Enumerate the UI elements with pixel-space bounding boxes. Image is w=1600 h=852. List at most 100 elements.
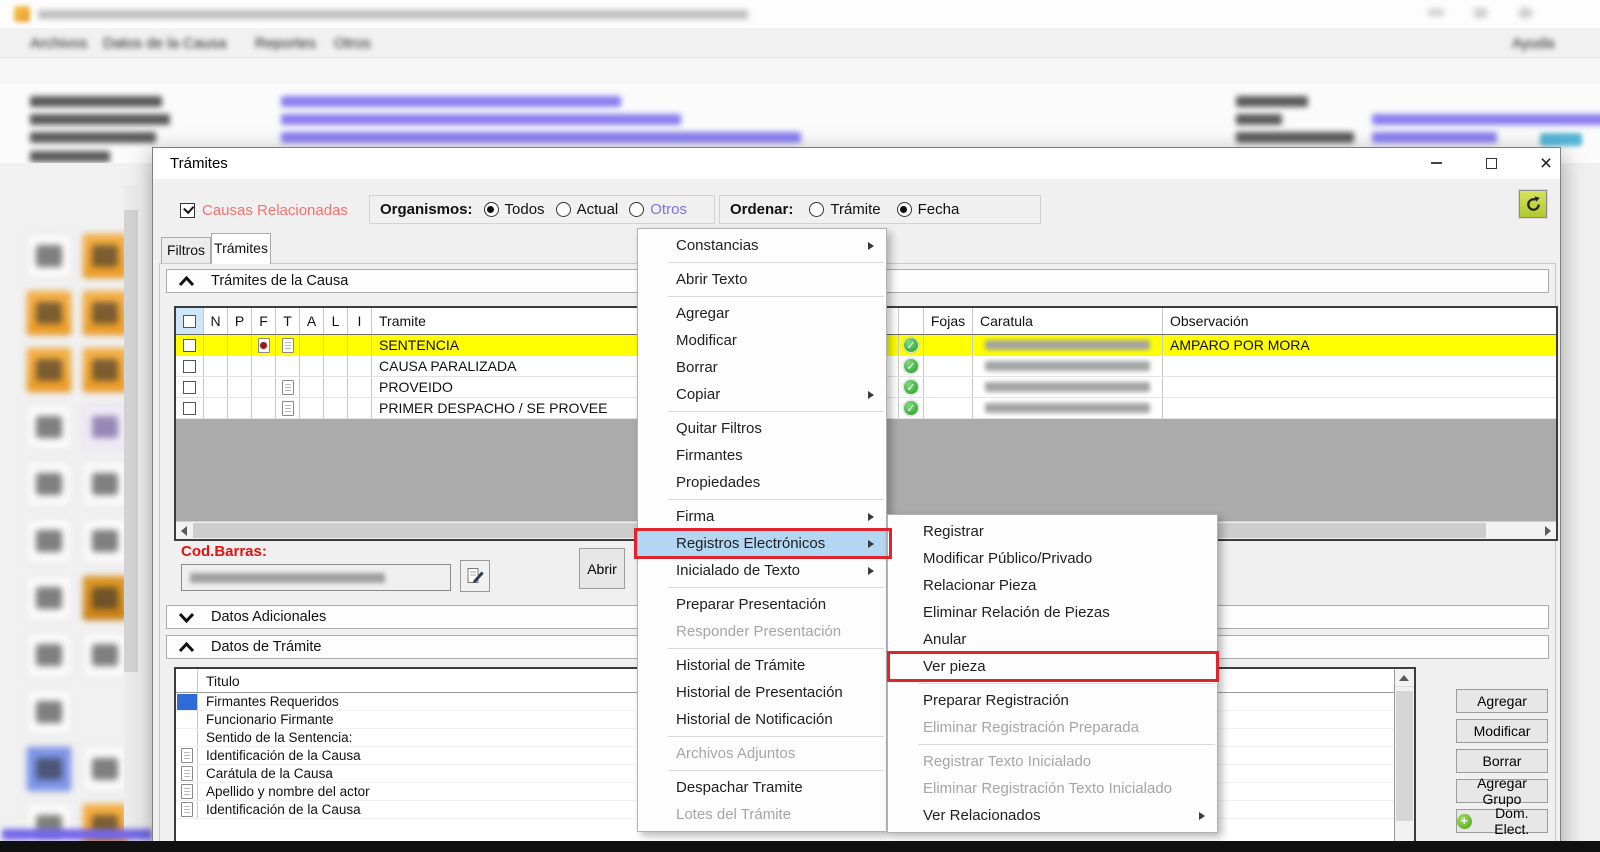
row-checkbox[interactable] (176, 356, 204, 376)
menu-item-despachar-tramite[interactable]: Despachar Tramite (638, 774, 886, 801)
scroll-right-icon[interactable] (1545, 526, 1551, 536)
tab-filtros[interactable]: Filtros (161, 237, 211, 263)
radio-todos[interactable]: Todos (484, 201, 545, 218)
edit-barcode-button[interactable] (460, 560, 490, 592)
unknown-icon[interactable] (26, 518, 72, 564)
select-all-checkbox[interactable] (176, 308, 204, 334)
row-checkbox[interactable] (176, 335, 204, 355)
menu-item-copiar[interactable]: Copiar (638, 381, 886, 408)
scroll-up-button[interactable] (1395, 669, 1414, 687)
menu-item-borrar[interactable]: Borrar (638, 354, 886, 381)
unknown-icon[interactable] (26, 461, 72, 507)
menu-item-firma[interactable]: Firma (638, 503, 886, 530)
dialog-titlebar[interactable]: Trámites × (153, 148, 1560, 179)
maximize-icon[interactable] (1474, 8, 1487, 18)
menu-reportes[interactable]: Reportes (255, 35, 316, 52)
agregar-button[interactable]: Agregar (1456, 689, 1548, 713)
radio-selected-icon[interactable] (484, 202, 499, 217)
checkbox-checked-icon[interactable] (180, 203, 195, 218)
unknown-icon[interactable] (82, 233, 128, 279)
row-checkbox[interactable] (176, 398, 204, 418)
unknown-icon[interactable] (82, 575, 128, 621)
menu-item-inicialado-de-texto[interactable]: Inicialado de Texto (638, 557, 886, 584)
refresh-button[interactable] (1519, 190, 1547, 218)
radio-otros[interactable]: Otros (629, 201, 687, 218)
dom-elect-button[interactable]: + Dom. Elect. (1456, 809, 1548, 833)
col-header-caratula[interactable]: Caratula (973, 308, 1163, 334)
abrir-button[interactable]: Abrir (579, 548, 625, 589)
menu-ayuda[interactable]: Ayuda (1512, 35, 1554, 52)
sidebar-scrollbar[interactable] (124, 185, 138, 833)
chevron-up-icon[interactable] (178, 276, 195, 287)
menu-item-quitar-filtros[interactable]: Quitar Filtros (638, 415, 886, 442)
menu-item-modificar[interactable]: Modificar (638, 327, 886, 354)
menu-item-historial-de-tramite[interactable]: Historial de Trámite (638, 652, 886, 679)
scrollbar-thumb[interactable] (1396, 691, 1413, 821)
col-header-t[interactable]: T (276, 308, 300, 334)
unknown-icon[interactable] (82, 290, 128, 336)
maximize-button[interactable] (1470, 148, 1512, 178)
cod-barras-input[interactable] (181, 564, 451, 591)
agregar-grupo-button[interactable]: Agregar Grupo (1456, 779, 1548, 803)
menu-item-registros-electronicos[interactable]: Registros Electrónicos (638, 530, 886, 557)
submenu-item-registrar[interactable]: Registrar (888, 518, 1217, 545)
col-header-a[interactable]: A (300, 308, 324, 334)
submenu-item-anular[interactable]: Anular (888, 626, 1217, 653)
menu-item-historial-de-presentacion[interactable]: Historial de Presentación (638, 679, 886, 706)
redacted-link[interactable] (2, 829, 152, 840)
menu-item-firmantes[interactable]: Firmantes (638, 442, 886, 469)
menu-item-constancias[interactable]: Constancias (638, 232, 886, 259)
modificar-button[interactable]: Modificar (1456, 719, 1548, 743)
col-header-fojas[interactable]: Fojas (924, 308, 973, 334)
unknown-icon[interactable] (26, 404, 72, 450)
unknown-icon[interactable] (82, 404, 128, 450)
col-header-i[interactable]: I (348, 308, 372, 334)
col-header-l[interactable]: L (324, 308, 348, 334)
vertical-scrollbar[interactable] (1394, 669, 1414, 852)
col-header-status[interactable] (899, 308, 924, 334)
unknown-icon[interactable] (26, 233, 72, 279)
submenu-item-preparar-registracion[interactable]: Preparar Registración (888, 687, 1217, 714)
menu-item-agregar[interactable]: Agregar (638, 300, 886, 327)
radio-fecha[interactable]: Fecha (897, 201, 960, 218)
minimize-icon[interactable] (1428, 9, 1444, 16)
menu-item-propiedades[interactable]: Propiedades (638, 469, 886, 496)
unknown-icon[interactable] (26, 347, 72, 393)
sidebar-scrollbar-thumb[interactable] (124, 210, 138, 672)
causas-relacionadas-checkbox[interactable]: Causas Relacionadas (180, 196, 348, 224)
unknown-icon[interactable] (26, 746, 72, 792)
submenu-item-eliminar-relacion-de-piezas[interactable]: Eliminar Relación de Piezas (888, 599, 1217, 626)
row-checkbox[interactable] (176, 377, 204, 397)
submenu-item-modificar-publico-privado[interactable]: Modificar Público/Privado (888, 545, 1217, 572)
close-button[interactable]: × (1525, 148, 1567, 178)
scroll-left-icon[interactable] (181, 526, 187, 536)
unknown-icon[interactable] (26, 632, 72, 678)
submenu-item-ver-pieza[interactable]: Ver pieza (888, 653, 1217, 680)
menu-item-preparar-presentacion[interactable]: Preparar Presentación (638, 591, 886, 618)
radio-actual[interactable]: Actual (556, 201, 619, 218)
col-header-f[interactable]: F (252, 308, 276, 334)
submenu-item-relacionar-pieza[interactable]: Relacionar Pieza (888, 572, 1217, 599)
menu-item-abrir-texto[interactable]: Abrir Texto (638, 266, 886, 293)
radio-selected-icon[interactable] (897, 202, 912, 217)
unknown-icon[interactable] (82, 461, 128, 507)
close-icon[interactable] (1519, 8, 1532, 18)
menu-item-historial-de-notificacion[interactable]: Historial de Notificación (638, 706, 886, 733)
radio-tramite[interactable]: Trámite (809, 201, 880, 218)
col-header-observacion[interactable]: Observación (1163, 308, 1556, 334)
unknown-icon[interactable] (82, 518, 128, 564)
menu-datos-de-la-causa[interactable]: Datos de la Causa (103, 35, 226, 52)
radio-icon[interactable] (556, 202, 571, 217)
col-header-p[interactable]: P (228, 308, 252, 334)
borrar-button[interactable]: Borrar (1456, 749, 1548, 773)
titulo-header[interactable]: Titulo (198, 673, 240, 689)
tab-tramites[interactable]: Trámites (211, 233, 271, 264)
unknown-icon[interactable] (82, 347, 128, 393)
submenu-item-ver-relacionados[interactable]: Ver Relacionados (888, 802, 1217, 829)
unknown-icon[interactable] (26, 689, 72, 735)
chevron-up-icon[interactable] (178, 642, 195, 653)
radio-icon[interactable] (809, 202, 824, 217)
unknown-icon[interactable] (26, 290, 72, 336)
unknown-icon[interactable] (26, 575, 72, 621)
menu-otros[interactable]: Otros (334, 35, 371, 52)
